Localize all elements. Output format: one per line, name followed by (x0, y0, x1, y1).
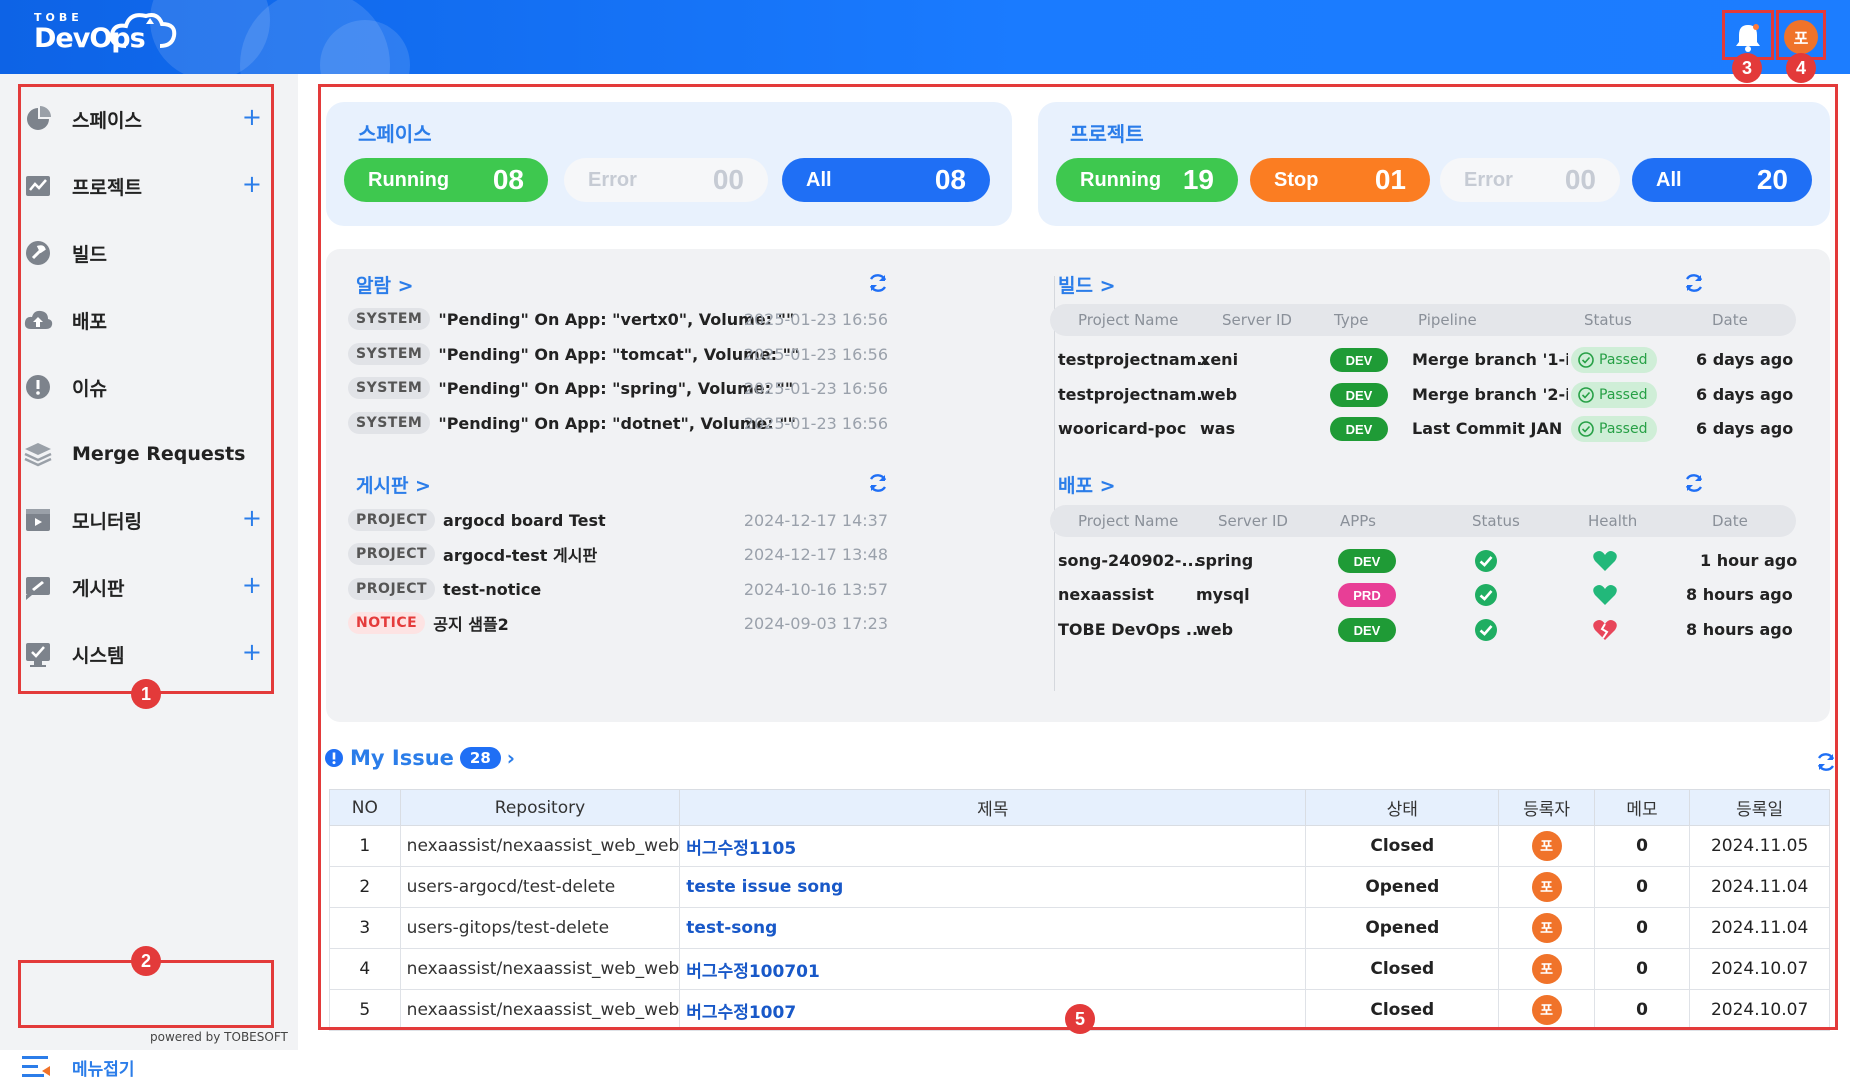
annotation-marker-1: 1 (131, 679, 161, 709)
annotation-box-sidebar (18, 84, 274, 694)
annotation-marker-5: 5 (1065, 1004, 1095, 1034)
menu-collapse-icon (22, 1056, 50, 1077)
annotation-box-main (318, 84, 1838, 1030)
annotation-marker-4: 4 (1786, 53, 1816, 83)
annotation-marker-3: 3 (1732, 53, 1762, 83)
powered-by-text: powered by TOBESOFT (150, 1030, 288, 1044)
collapse-menu-button[interactable]: 메뉴접기 (22, 1054, 135, 1080)
app-logo[interactable]: TOBE DevOps (34, 12, 177, 54)
annotation-marker-2: 2 (131, 946, 161, 976)
top-header: TOBE DevOps 포 (0, 0, 1850, 74)
